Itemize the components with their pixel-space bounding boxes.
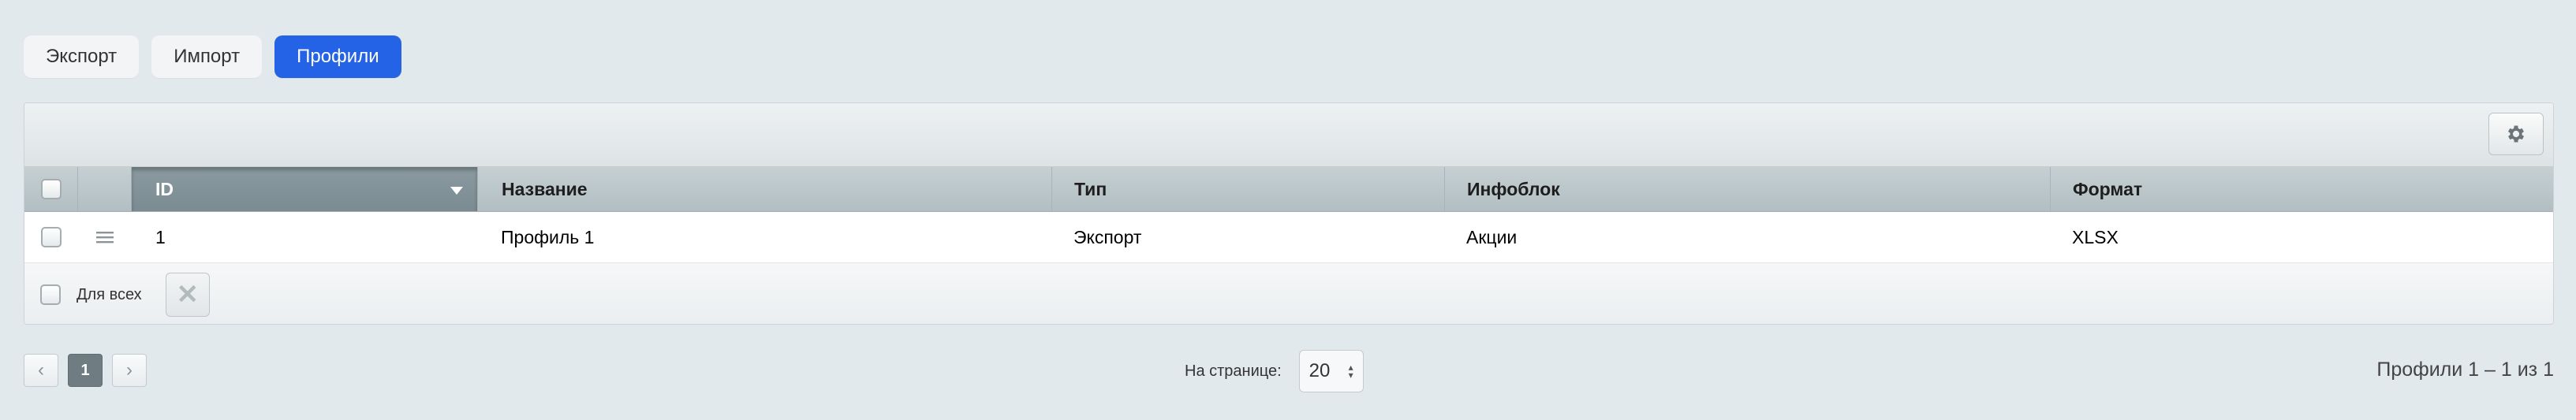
records-summary: Профили 1 – 1 из 1 (2376, 359, 2554, 381)
row-checkbox[interactable] (41, 227, 62, 247)
header-drag-cell (78, 167, 132, 211)
tab-profiles[interactable]: Профили (274, 35, 401, 78)
cell-name: Профиль 1 (501, 226, 595, 247)
for-all-checkbox[interactable] (40, 284, 61, 305)
column-header-id[interactable]: ID (132, 167, 477, 211)
cell-type: Экспорт (1073, 226, 1142, 247)
per-page-control: На странице: 20 ▴ ▾ (1185, 350, 1364, 392)
prev-page-button[interactable]: ‹ (24, 354, 58, 387)
column-header-id-label: ID (155, 178, 174, 199)
per-page-label: На странице: (1185, 362, 1282, 380)
gear-icon (2507, 125, 2525, 143)
per-page-value: 20 (1309, 360, 1331, 381)
tab-import[interactable]: Импорт (151, 35, 263, 78)
tab-bar: Экспорт Импорт Профили (24, 35, 401, 78)
column-header-format[interactable]: Формат (2050, 167, 2553, 211)
select-all-checkbox[interactable] (40, 179, 62, 199)
pagination: ‹ 1 › (24, 354, 147, 387)
profiles-grid: ID Название Тип Инфоблок Формат 1 Профил… (24, 102, 2554, 325)
grid-action-footer: Для всех ✕ (24, 263, 2553, 324)
chevron-left-icon: ‹ (38, 359, 44, 381)
grid-settings-button[interactable] (2488, 113, 2544, 155)
row-checkbox-cell (24, 212, 78, 262)
per-page-select[interactable]: 20 ▴ ▾ (1298, 350, 1364, 392)
grid-toolbar (24, 103, 2553, 167)
current-page-button[interactable]: 1 (68, 354, 103, 387)
column-header-iblock[interactable]: Инфоблок (1444, 167, 2050, 211)
delete-button[interactable]: ✕ (165, 273, 210, 317)
for-all-label: Для всех (77, 285, 142, 303)
table-row[interactable]: 1 Профиль 1 Экспорт Акции XLSX (24, 212, 2553, 263)
sort-desc-icon (450, 187, 463, 195)
cell-format: XLSX (2072, 226, 2119, 247)
drag-handle-icon[interactable] (96, 230, 114, 244)
close-icon: ✕ (176, 280, 199, 310)
tab-export[interactable]: Экспорт (24, 35, 140, 78)
column-header-name[interactable]: Название (477, 167, 1051, 211)
select-arrows-icon: ▴ ▾ (1348, 362, 1353, 381)
next-page-button[interactable]: › (112, 354, 147, 387)
header-checkbox-cell (24, 167, 78, 211)
grid-header-row: ID Название Тип Инфоблок Формат (24, 167, 2553, 212)
cell-iblock: Акции (1466, 226, 1518, 247)
column-header-type[interactable]: Тип (1051, 167, 1444, 211)
row-drag-cell (78, 212, 132, 262)
chevron-right-icon: › (126, 359, 133, 381)
cell-id: 1 (155, 226, 166, 247)
